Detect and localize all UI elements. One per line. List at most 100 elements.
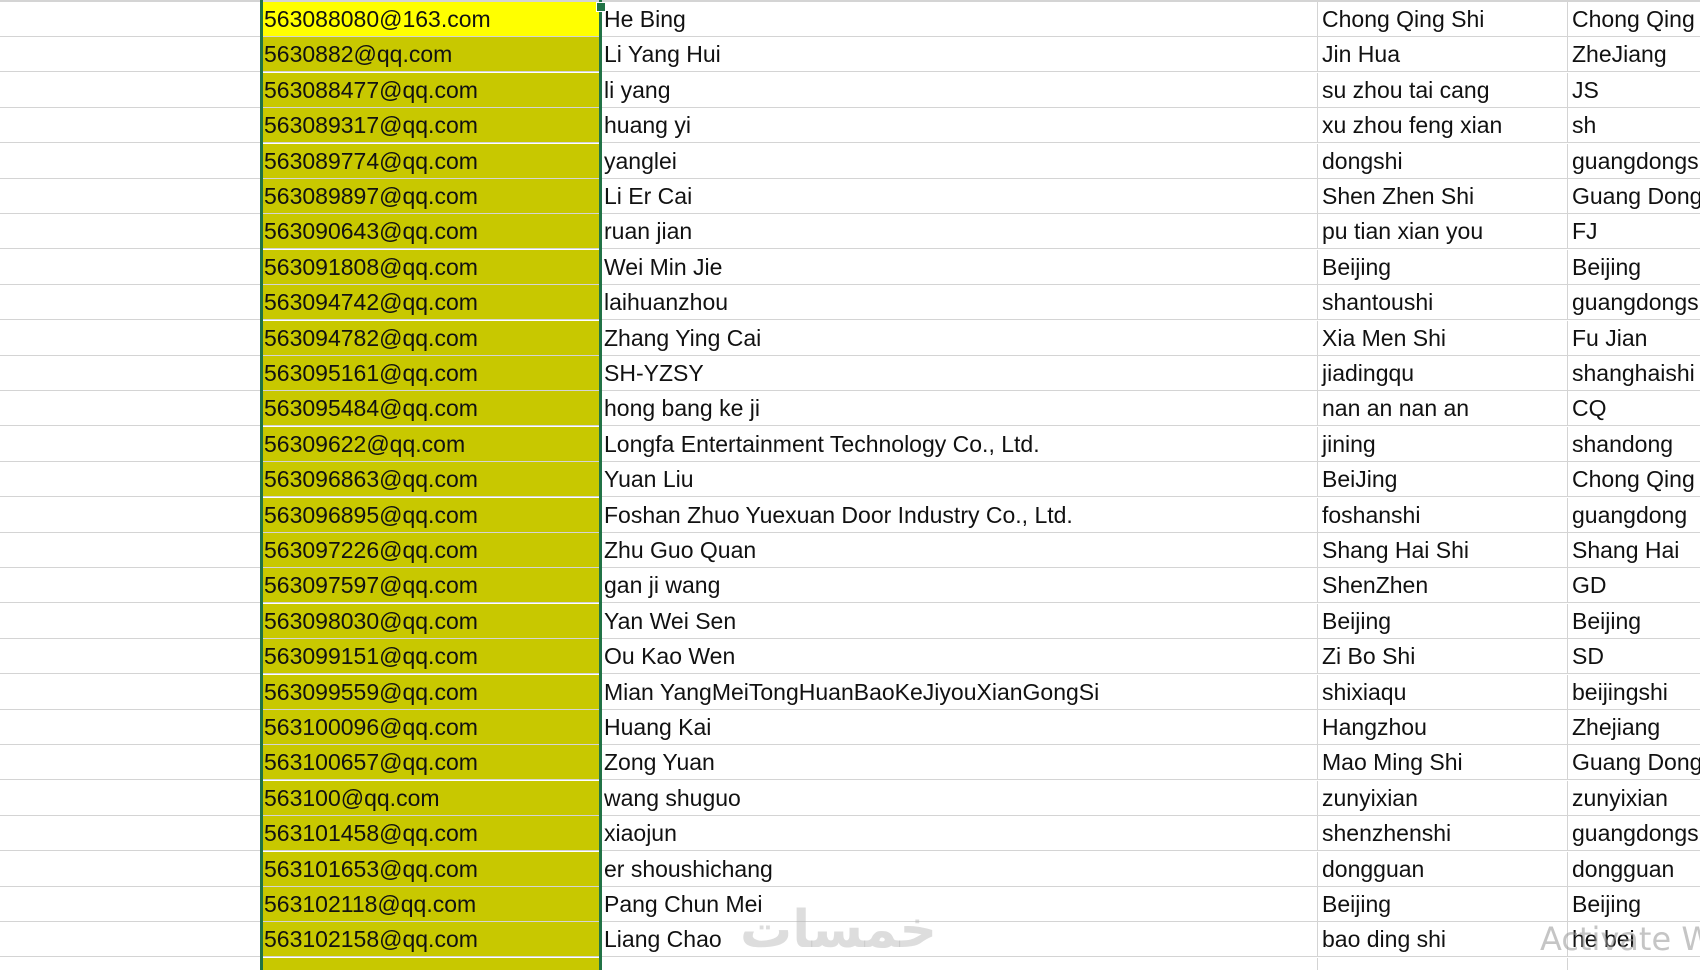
cell-blank[interactable] (0, 426, 262, 461)
cell-name[interactable]: He Bing (600, 2, 1318, 36)
cell-name[interactable]: gan ji wang (600, 568, 1318, 603)
cell-city[interactable]: zunyixian (1318, 780, 1568, 815)
cell-city[interactable]: nan an nan an (1318, 391, 1568, 426)
cell-city[interactable]: jiadingqu (1318, 356, 1568, 390)
cell-blank[interactable] (0, 568, 262, 603)
cell-email[interactable]: 563097597@qq.com (262, 568, 600, 603)
cell-name[interactable]: hong bang ke ji (600, 391, 1318, 426)
cell-blank[interactable] (0, 887, 262, 921)
cell-blank[interactable] (0, 37, 262, 72)
cell-name[interactable]: Mian YangMeiTongHuanBaoKeJiyouXianGongSi (600, 674, 1318, 709)
cell-city[interactable]: dongguan (1318, 851, 1568, 886)
cell-email[interactable]: 563094782@qq.com (262, 320, 600, 355)
cell-email[interactable]: 563102118@qq.com (262, 887, 600, 921)
cell-city[interactable]: Zi Bo Shi (1318, 639, 1568, 674)
cell-name[interactable]: SH-YZSY (600, 356, 1318, 390)
cell-province[interactable]: sh (1568, 108, 1700, 142)
cell-name[interactable]: Pang Chun Mei (600, 887, 1318, 921)
cell-province[interactable]: guangdongs (1568, 285, 1700, 319)
cell-email[interactable]: 563088080@163.com (262, 2, 600, 36)
cell-name[interactable]: Zong Yuan (600, 745, 1318, 780)
cell-province[interactable]: FJ (1568, 214, 1700, 248)
cell-email[interactable]: 563095484@qq.com (262, 391, 600, 426)
fill-handle[interactable] (596, 2, 606, 12)
cell-name[interactable]: ruan jian (600, 214, 1318, 249)
cell-email[interactable]: 563099151@qq.com (262, 639, 600, 674)
cell-province[interactable]: Beijing (1568, 604, 1700, 638)
cell-city[interactable]: bao ding shi (1318, 922, 1568, 957)
cell-province[interactable]: guangdongs (1568, 144, 1700, 178)
cell-email[interactable]: 563094742@qq.com (262, 285, 600, 320)
cell-name[interactable]: Yan Wei Sen (600, 603, 1318, 638)
cell-name[interactable]: Li Yang Hui (600, 37, 1318, 72)
cell-city[interactable]: xu zhou feng xian (1318, 108, 1568, 143)
cell-province[interactable]: dongguan (1568, 852, 1700, 886)
cell-city[interactable]: Shen Zhen Shi (1318, 179, 1568, 213)
cell-blank[interactable] (0, 497, 262, 532)
cell-name[interactable]: li yang (600, 72, 1318, 107)
cell-province[interactable]: Beijing (1568, 887, 1700, 921)
cell-email[interactable]: 563091808@qq.com (262, 249, 600, 284)
cell-email[interactable]: 563098030@qq.com (262, 603, 600, 638)
cell-email[interactable]: 563099559@qq.com (262, 674, 600, 709)
cell-city[interactable]: Beijing (1318, 603, 1568, 638)
cell-city[interactable]: Mao Ming Shi (1318, 745, 1568, 780)
cell-province[interactable]: zunyixian (1568, 781, 1700, 815)
cell-blank[interactable] (0, 179, 262, 213)
cell-blank[interactable] (0, 249, 262, 284)
cell-blank[interactable] (0, 851, 262, 886)
cell-email[interactable]: 563097226@qq.com (262, 533, 600, 567)
cell-city[interactable]: BeiJing (1318, 462, 1568, 497)
cell-email[interactable]: 563101653@qq.com (262, 851, 600, 886)
cell-province[interactable]: guangdong (1568, 498, 1700, 532)
cell-province[interactable]: beijingshi (1568, 675, 1700, 709)
cell-city[interactable]: shantoushi (1318, 285, 1568, 320)
cell-email[interactable]: 563096895@qq.com (262, 497, 600, 532)
cell-email[interactable]: 563101458@qq.com (262, 816, 600, 851)
cell-blank[interactable] (0, 603, 262, 638)
cell-name[interactable]: Huang Kai (600, 710, 1318, 744)
cell-email[interactable]: 563089774@qq.com (262, 143, 600, 178)
cell-empty[interactable] (600, 957, 1318, 970)
cell-name[interactable]: Liang Chao (600, 922, 1318, 957)
cell-blank[interactable] (0, 745, 262, 780)
cell-empty[interactable] (1318, 957, 1568, 970)
cell-province[interactable]: Chong Qing (1568, 2, 1700, 36)
cell-city[interactable]: shenzhenshi (1318, 816, 1568, 851)
cell-province[interactable]: SD (1568, 639, 1700, 673)
cell-blank[interactable] (0, 320, 262, 355)
cell-city[interactable]: foshanshi (1318, 497, 1568, 532)
cell-province[interactable]: GD (1568, 568, 1700, 602)
cell-province[interactable]: guangdongs (1568, 816, 1700, 850)
cell-province[interactable]: Beijing (1568, 250, 1700, 284)
cell-name[interactable]: yanglei (600, 143, 1318, 178)
cell-province[interactable]: ZheJiang (1568, 37, 1700, 71)
cell-email[interactable]: 563102158@qq.com (262, 922, 600, 957)
cell-email[interactable]: 563088477@qq.com (262, 72, 600, 107)
cell-blank[interactable] (0, 710, 262, 744)
cell-blank[interactable] (0, 143, 262, 178)
cell-city[interactable]: Beijing (1318, 249, 1568, 284)
cell-empty[interactable] (0, 957, 262, 970)
cell-province[interactable]: Chong Qing (1568, 462, 1700, 496)
cell-name[interactable]: Longfa Entertainment Technology Co., Ltd… (600, 426, 1318, 461)
cell-blank[interactable] (0, 462, 262, 497)
cell-email[interactable]: 563095161@qq.com (262, 356, 600, 390)
cell-name[interactable]: Wei Min Jie (600, 249, 1318, 284)
cell-name[interactable]: Yuan Liu (600, 462, 1318, 497)
cell-email[interactable]: 563096863@qq.com (262, 462, 600, 497)
cell-province[interactable]: he bei (1568, 922, 1700, 956)
cell-blank[interactable] (0, 2, 262, 36)
cell-blank[interactable] (0, 780, 262, 815)
cell-city[interactable]: Jin Hua (1318, 37, 1568, 72)
cell-name[interactable]: er shoushichang (600, 851, 1318, 886)
cell-email[interactable]: 563100657@qq.com (262, 745, 600, 780)
cell-province[interactable]: Zhejiang (1568, 710, 1700, 744)
cell-blank[interactable] (0, 391, 262, 426)
cell-city[interactable]: Shang Hai Shi (1318, 533, 1568, 567)
cell-name[interactable]: wang shuguo (600, 780, 1318, 815)
cell-empty[interactable] (1568, 958, 1700, 970)
cell-blank[interactable] (0, 533, 262, 567)
cell-city[interactable]: Hangzhou (1318, 710, 1568, 744)
cell-city[interactable]: shixiaqu (1318, 674, 1568, 709)
